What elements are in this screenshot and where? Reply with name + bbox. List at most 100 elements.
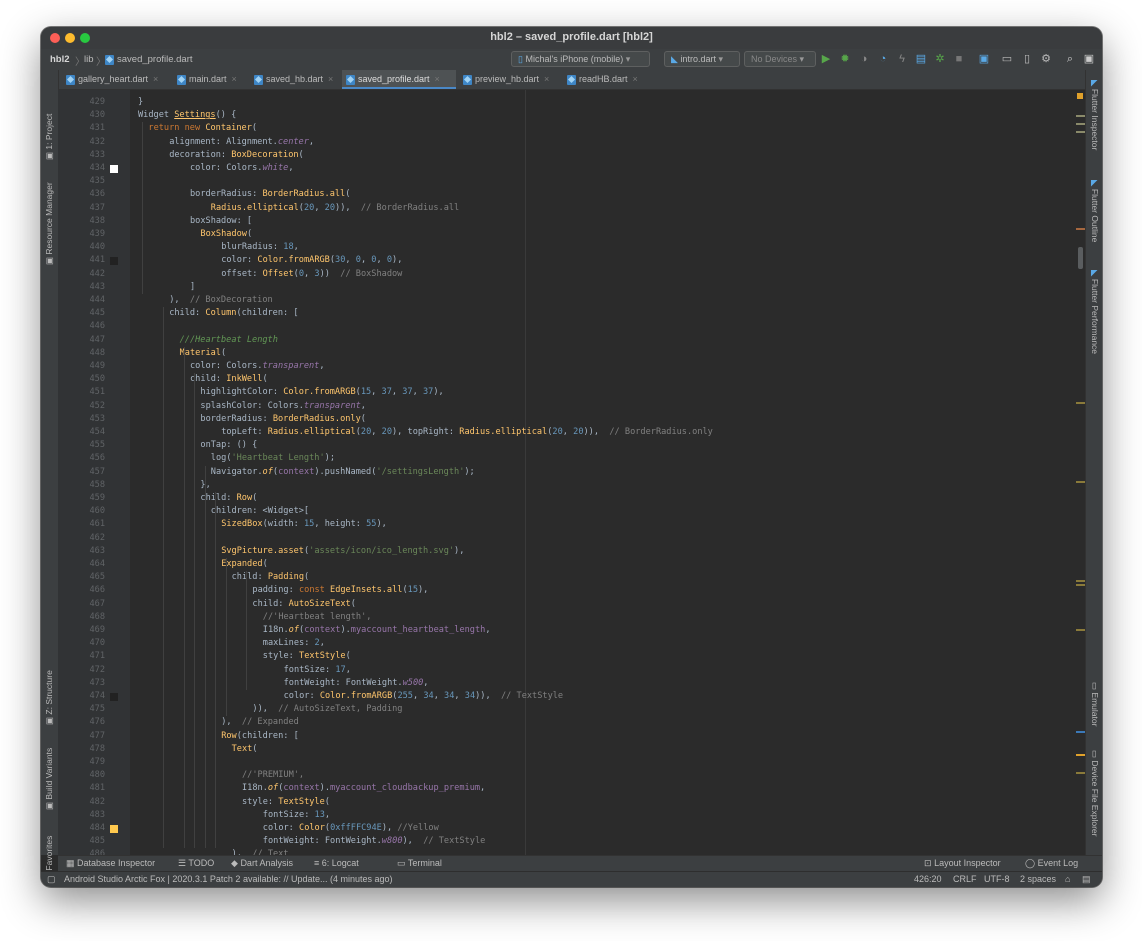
code-line[interactable]: 478 Text( (58, 743, 1085, 756)
line-separator[interactable]: CRLF (953, 874, 977, 884)
line-number[interactable]: 468 (58, 611, 105, 624)
code-text[interactable]: SvgPicture.asset('assets/icon/ico_length… (221, 545, 464, 558)
line-number[interactable]: 475 (58, 703, 105, 716)
line-number[interactable]: 437 (58, 202, 105, 215)
code-line[interactable]: 430 Widget Settings() { (58, 109, 1085, 122)
stop-icon[interactable]: ■ (953, 53, 965, 66)
line-number[interactable]: 484 (58, 822, 105, 835)
attach-debugger-icon[interactable]: ✲ (934, 53, 946, 66)
code-text[interactable]: I18n.of(context).myaccount_cloudbackup_p… (242, 782, 485, 795)
code-text[interactable]: child: Padding( (232, 571, 310, 584)
code-text[interactable]: child: InkWell( (190, 373, 268, 386)
line-number[interactable]: 460 (58, 505, 105, 518)
error-stripe-mark[interactable] (1076, 123, 1085, 125)
line-number[interactable]: 462 (58, 532, 105, 545)
line-number[interactable]: 481 (58, 782, 105, 795)
line-number[interactable]: 474 (58, 690, 105, 703)
line-number[interactable]: 449 (58, 360, 105, 373)
code-text[interactable]: //'Heartbeat length', (263, 611, 372, 624)
code-line[interactable]: 484 color: Color(0xffFFC94E), //Yellow (58, 822, 1085, 835)
code-text[interactable]: padding: const EdgeInsets.all(15), (252, 584, 428, 597)
code-text[interactable]: style: TextStyle( (263, 650, 351, 663)
code-line[interactable]: 461 SizedBox(width: 15, height: 55), (58, 518, 1085, 531)
hot-reload-icon[interactable]: ϟ (896, 53, 908, 66)
code-line[interactable]: 447 ///Heartbeat Length (58, 334, 1085, 347)
code-line[interactable]: 456 log('Heartbeat Length'); (58, 452, 1085, 465)
code-line[interactable]: 442 offset: Offset(0, 3)) // BoxShadow (58, 268, 1085, 281)
code-text[interactable]: I18n.of(context).myaccount_heartbeat_len… (263, 624, 491, 637)
code-text[interactable]: Text( (232, 743, 258, 756)
flutter-outline-button[interactable]: ◣ Flutter Outline (1089, 180, 1100, 242)
error-stripe-mark[interactable] (1076, 131, 1085, 133)
code-line[interactable]: 477 Row(children: [ (58, 730, 1085, 743)
memory-indicator-icon[interactable]: ▤ (1082, 874, 1091, 885)
flutter-performance-button[interactable]: ◣ Flutter Performance (1089, 270, 1100, 354)
debug-icon[interactable]: ✹ (839, 53, 851, 66)
code-text[interactable]: color: Colors.white, (190, 162, 294, 175)
color-swatch-icon[interactable] (110, 824, 118, 833)
device-manager-icon[interactable]: ▯ (1021, 53, 1033, 66)
line-number[interactable]: 461 (58, 518, 105, 531)
code-text[interactable]: blurRadius: 18, (221, 241, 299, 254)
line-number[interactable]: 471 (58, 650, 105, 663)
error-stripe-mark[interactable] (1076, 115, 1085, 117)
code-text[interactable]: child: Row( (200, 492, 257, 505)
code-line[interactable]: 473 fontWeight: FontWeight.w500, (58, 677, 1085, 690)
code-text[interactable]: Material( (180, 347, 227, 360)
error-stripe-mark[interactable] (1076, 772, 1085, 774)
dart-analysis-button[interactable]: ◆ Dart Analysis (231, 858, 293, 869)
code-text[interactable]: return new Container( (148, 122, 257, 135)
event-log-button[interactable]: ◯ Event Log (1025, 858, 1078, 869)
close-icon[interactable]: × (633, 74, 638, 84)
error-stripe-mark[interactable] (1076, 481, 1085, 483)
code-text[interactable]: BoxShadow( (200, 228, 252, 241)
coverage-icon[interactable]: ◑ (858, 53, 870, 66)
line-number[interactable]: 473 (58, 677, 105, 690)
code-text[interactable]: splashColor: Colors.transparent, (200, 400, 366, 413)
line-number[interactable]: 443 (58, 281, 105, 294)
line-number[interactable]: 472 (58, 664, 105, 677)
run-config-selector[interactable]: ◣ intro.dart ▾ (664, 51, 740, 67)
code-text[interactable]: ), // Expanded (221, 716, 299, 729)
target-devices-selector[interactable]: No Devices ▾ (744, 51, 816, 67)
line-number[interactable]: 470 (58, 637, 105, 650)
line-number[interactable]: 447 (58, 334, 105, 347)
tab-preview-hb[interactable]: preview_hb.dart × (459, 70, 559, 89)
code-line[interactable]: 475)), // AutoSizeText, Padding (58, 703, 1085, 716)
line-number[interactable]: 476 (58, 716, 105, 729)
breadcrumb-project[interactable]: hbl2 (50, 54, 70, 65)
line-number[interactable]: 446 (58, 320, 105, 333)
close-icon[interactable]: × (328, 74, 333, 84)
code-line[interactable]: 469 I18n.of(context).myaccount_heartbeat_… (58, 624, 1085, 637)
line-number[interactable]: 477 (58, 730, 105, 743)
caret-position[interactable]: 426:20 (914, 874, 942, 884)
code-line[interactable]: 451 highlightColor: Color.fromARGB(15, 37… (58, 386, 1085, 399)
code-line[interactable]: 482 style: TextStyle( (58, 796, 1085, 809)
code-line[interactable]: 470 maxLines: 2, (58, 637, 1085, 650)
code-line[interactable]: 437 Radius.elliptical(20, 20)), // Border… (58, 202, 1085, 215)
line-number[interactable]: 467 (58, 598, 105, 611)
line-number[interactable]: 435 (58, 175, 105, 188)
code-line[interactable]: 446 (58, 320, 1085, 333)
indent-setting[interactable]: 2 spaces (1020, 874, 1056, 884)
code-line[interactable]: 480 //'PREMIUM', (58, 769, 1085, 782)
line-number[interactable]: 452 (58, 400, 105, 413)
tab-saved-profile[interactable]: saved_profile.dart × (342, 70, 456, 89)
line-number[interactable]: 432 (58, 136, 105, 149)
error-stripe-mark[interactable] (1076, 580, 1085, 582)
tab-saved-hb[interactable]: saved_hb.dart × (250, 70, 338, 89)
line-number[interactable]: 433 (58, 149, 105, 162)
flutter-inspector-button[interactable]: ◣ Flutter Inspector (1089, 80, 1100, 150)
line-number[interactable]: 434 (58, 162, 105, 175)
code-line[interactable]: 479 (58, 756, 1085, 769)
code-line[interactable]: 457 Navigator.of(context).pushNamed('/set… (58, 466, 1085, 479)
close-icon[interactable]: × (435, 74, 440, 84)
color-swatch-icon[interactable] (110, 164, 118, 173)
code-line[interactable]: 440 blurRadius: 18, (58, 241, 1085, 254)
line-number[interactable]: 444 (58, 294, 105, 307)
code-text[interactable]: child: Column(children: [ (169, 307, 298, 320)
code-text[interactable]: borderRadius: BorderRadius.all( (190, 188, 350, 201)
line-number[interactable]: 465 (58, 571, 105, 584)
code-text[interactable]: Radius.elliptical(20, 20)), // BorderRad… (211, 202, 459, 215)
logcat-button[interactable]: ≡ 6: Logcat (314, 858, 359, 868)
